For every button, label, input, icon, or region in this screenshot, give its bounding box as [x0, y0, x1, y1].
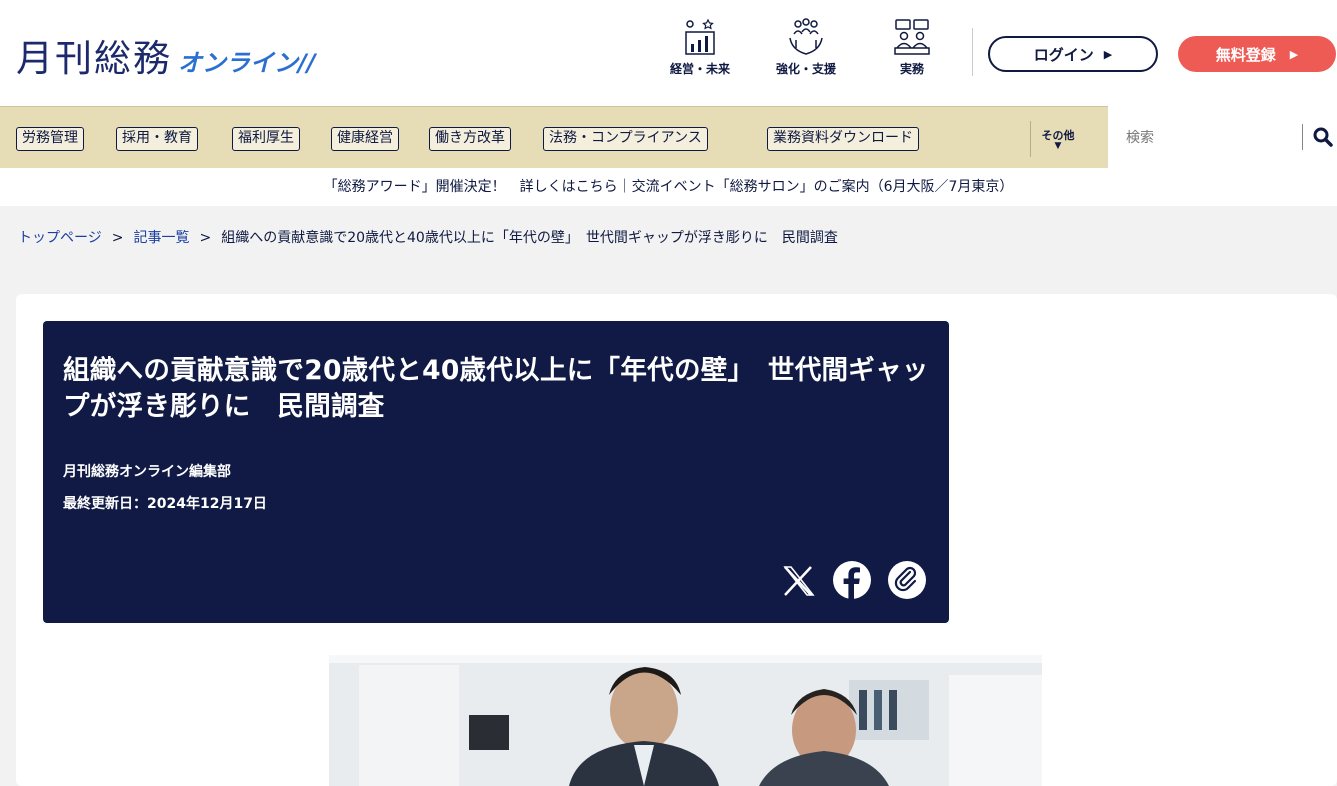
search-divider	[1302, 124, 1303, 150]
article-author: 月刊総務オンライン編集部	[63, 464, 231, 480]
arrow-right-icon: ▶	[1289, 47, 1299, 61]
team-support-icon	[789, 18, 823, 55]
nav-item-workstyle[interactable]: 働き方改革	[429, 127, 511, 151]
login-label: ログイン	[1033, 45, 1094, 64]
meeting-icon	[894, 19, 930, 55]
nav-item-recruiting[interactable]: 採用・教育	[116, 127, 198, 151]
logo-sub-text: オンライン//	[178, 49, 316, 77]
breadcrumb: トップページ > 記事一覧 > 組織への貢献意識で20歳代と40歳代以上に「年代の壁」 …	[18, 227, 838, 247]
breadcrumb-current: 組織への貢献意識で20歳代と40歳代以上に「年代の壁」 世代間ギャップが浮き彫り…	[221, 230, 838, 246]
announcement-bar: 「総務アワード」開催決定！ 詳しくはこちら｜交流イベント「総務サロン」のご案内（…	[0, 168, 1337, 206]
breadcrumb-separator: >	[111, 230, 124, 246]
category-management-future[interactable]: 経営・未来	[660, 18, 740, 77]
breadcrumb-article-list[interactable]: 記事一覧	[133, 230, 189, 246]
article-header: 組織への貢献意識で20歳代と40歳代以上に「年代の壁」 世代間ギャップが浮き彫り…	[43, 321, 949, 623]
search-box	[1108, 106, 1337, 168]
announcement-separator: ｜	[617, 179, 632, 195]
breadcrumb-separator: >	[199, 230, 212, 246]
growth-chart-icon	[685, 18, 715, 55]
arrow-right-icon: ▶	[1103, 47, 1113, 61]
header-divider	[972, 28, 973, 76]
register-label: 無料登録	[1215, 45, 1276, 64]
nav-item-labor[interactable]: 労務管理	[16, 127, 84, 151]
caret-down-icon: ▼	[1054, 141, 1062, 151]
award-announcement-link[interactable]: 「総務アワード」開催決定！ 詳しくはこちら	[324, 179, 618, 195]
breadcrumb-home[interactable]: トップページ	[18, 230, 102, 246]
salon-announcement-link[interactable]: 交流イベント「総務サロン」のご案内（6月大阪／7月東京）	[632, 179, 1014, 195]
category-label: 経営・未来	[669, 62, 730, 76]
article-date: 最終更新日：2024年12月17日	[63, 496, 267, 512]
search-icon[interactable]	[1312, 126, 1334, 148]
office-photo-image	[329, 655, 1042, 786]
nav-item-health[interactable]: 健康経営	[331, 127, 399, 151]
category-strengthen-support[interactable]: 強化・支援	[766, 18, 846, 77]
article-hero-image	[329, 655, 1042, 786]
facebook-icon[interactable]	[831, 559, 873, 601]
category-label: 実務	[899, 62, 924, 76]
site-header: 月刊総務 オンライン// 経営・未来 強化・支援 実務 ログイン ▶ 無料登録 …	[0, 0, 1337, 106]
category-practical[interactable]: 実務	[872, 18, 952, 77]
logo-main-text: 月刊総務	[16, 37, 172, 80]
copy-link-icon[interactable]	[886, 559, 928, 601]
site-logo[interactable]: 月刊総務 オンライン//	[16, 28, 316, 82]
category-label: 強化・支援	[775, 62, 836, 76]
login-button[interactable]: ログイン ▶	[988, 36, 1158, 72]
nav-item-downloads[interactable]: 業務資料ダウンロード	[767, 127, 919, 151]
article-title: 組織への貢献意識で20歳代と40歳代以上に「年代の壁」 世代間ギャップが浮き彫り…	[63, 355, 929, 422]
x-icon[interactable]	[777, 559, 819, 601]
nav-item-compliance[interactable]: 法務・コンプライアンス	[543, 127, 708, 151]
register-button[interactable]: 無料登録 ▶	[1178, 36, 1336, 72]
nav-other-dropdown[interactable]: その他 ▼	[1038, 127, 1078, 151]
nav-item-benefits[interactable]: 福利厚生	[232, 127, 300, 151]
nav-divider	[1030, 121, 1031, 157]
search-input[interactable]	[1126, 126, 1286, 150]
